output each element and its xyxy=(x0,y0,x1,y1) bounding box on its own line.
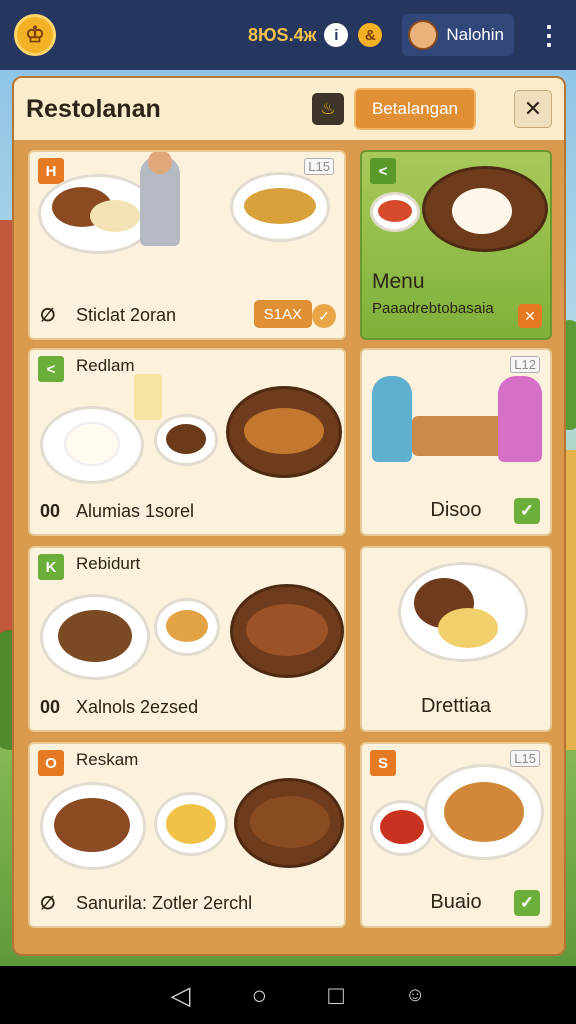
menu-title: Menu xyxy=(372,270,425,293)
card-tag: K xyxy=(38,554,64,580)
assistant-icon[interactable]: ☺ xyxy=(405,984,425,1007)
back-icon[interactable]: ◁ xyxy=(171,980,191,1011)
check-icon[interactable]: ✓ xyxy=(514,498,540,524)
card-tag: S xyxy=(370,750,396,776)
menu-card-7[interactable]: S L15 Buaio ✓ xyxy=(360,742,552,928)
utensils-icon[interactable]: ♨ xyxy=(311,93,344,125)
restaurant-panel: Restolanan ♨ Betalangan ✕ H L15 ∅ Sticlat… xyxy=(12,76,566,956)
action-button[interactable]: Betalangan xyxy=(353,88,476,130)
card-name: Rebidurt xyxy=(76,554,141,573)
card-tag: < xyxy=(38,356,64,382)
featured-menu-card[interactable]: < Menu Paaadrebtobasaia ✕ xyxy=(360,150,552,340)
menu-card-2[interactable]: < Redlam 00 Alumias 1sorel xyxy=(28,348,346,536)
panel-header: Restolanan ♨ Betalangan ✕ xyxy=(14,78,564,140)
menu-card-5[interactable]: Drettiaa xyxy=(360,546,552,732)
kebab-menu-icon[interactable]: ⋮ xyxy=(536,22,562,48)
card-caption: Drettiaa xyxy=(420,695,492,717)
character-figure xyxy=(498,376,542,462)
panel-title: Restolanan xyxy=(26,94,161,123)
avatar xyxy=(408,20,439,50)
player-name: Nalohin xyxy=(446,25,504,44)
card-name: Redlam xyxy=(76,356,135,375)
menu-card-3[interactable]: L12 Disoo ✓ xyxy=(360,348,552,536)
menu-card-6[interactable]: O Reskam ∅ Sanurila: Zotler 2erchl xyxy=(28,742,346,928)
check-icon[interactable]: ✓ xyxy=(312,304,336,328)
menu-card-1[interactable]: H L15 ∅ Sticlat 2oran S1AX ✓ xyxy=(28,150,346,340)
table-image xyxy=(412,416,512,456)
card-name: Reskam xyxy=(76,750,139,769)
card-tag: O xyxy=(38,750,64,776)
menu-subtitle: Paaadrebtobasaia xyxy=(372,300,494,317)
utensils-icon[interactable]: ✕ xyxy=(518,304,542,328)
info-icon[interactable]: i xyxy=(324,23,349,47)
card-badge: L15 xyxy=(510,750,540,767)
price-button[interactable]: S1AX xyxy=(253,300,312,328)
close-button[interactable]: ✕ xyxy=(514,90,552,128)
player-profile[interactable]: Nalohin xyxy=(402,14,514,56)
card-caption: ∅ Sticlat 2oran xyxy=(40,305,177,325)
home-icon[interactable]: ○ xyxy=(252,980,268,1011)
gold-coin-icon[interactable]: & xyxy=(358,23,383,47)
card-caption: 00 Alumias 1sorel xyxy=(40,501,195,521)
card-tag: H xyxy=(38,158,64,184)
system-nav-bar: ◁ ○ □ ☺ xyxy=(0,966,576,1024)
card-caption: ∅ Sanurila: Zotler 2erchl xyxy=(40,893,253,913)
menu-card-4[interactable]: K Rebidurt 00 Xalnols 2ezsed xyxy=(28,546,346,732)
recents-icon[interactable]: □ xyxy=(328,980,344,1011)
card-badge: L15 xyxy=(304,158,334,175)
coin-counter: 8ЮS.4ж xyxy=(247,24,317,45)
check-icon[interactable]: ✓ xyxy=(514,890,540,916)
character-figure xyxy=(372,376,412,462)
card-caption: 00 Xalnols 2ezsed xyxy=(40,697,199,717)
chef-hat-icon[interactable]: ♔ xyxy=(14,14,56,56)
card-badge: L12 xyxy=(510,356,540,373)
top-bar: ♔ 8ЮS.4ж i & Nalohin ⋮ xyxy=(0,0,576,70)
card-tag: < xyxy=(370,158,396,184)
